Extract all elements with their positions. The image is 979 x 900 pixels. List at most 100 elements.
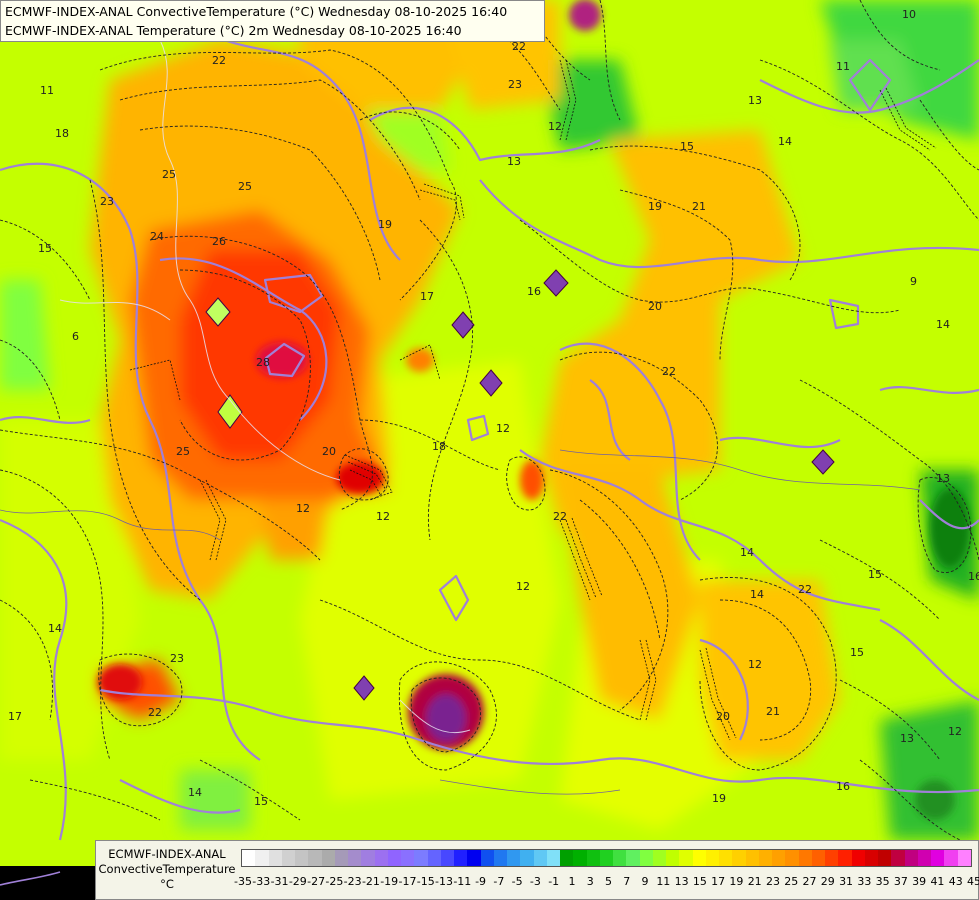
legend-swatch — [613, 850, 627, 866]
contour-label: 12 — [548, 120, 562, 133]
title-line-temperature: ECMWF-INDEX-ANAL Temperature (°C) 2m Wed… — [5, 23, 462, 38]
contour-label: 21 — [766, 705, 780, 718]
legend-tick-label: 35 — [875, 875, 890, 888]
legend-tick-label: 27 — [802, 875, 817, 888]
legend-tick-label: 13 — [674, 875, 689, 888]
legend-swatch — [798, 850, 812, 866]
legend-swatch — [560, 850, 574, 866]
contour-label: 22 — [212, 54, 226, 67]
contour-label: 19 — [712, 792, 726, 805]
legend-tick-label: 25 — [784, 875, 799, 888]
contour-label: 22 — [798, 583, 812, 596]
contour-label: 14 — [936, 318, 950, 331]
color-legend: ECMWF-INDEX-ANAL ConvectiveTemperature °… — [95, 840, 979, 900]
contour-label: 28 — [256, 356, 270, 369]
legend-tick-label: 19 — [729, 875, 744, 888]
legend-swatch — [440, 850, 454, 866]
contour-label: 14 — [188, 786, 202, 799]
legend-swatch — [944, 850, 958, 866]
no-data-corner — [0, 866, 95, 900]
contour-label: 16 — [836, 780, 850, 793]
legend-swatch — [361, 850, 375, 866]
contour-label: 10 — [902, 8, 916, 21]
legend-swatch — [878, 850, 892, 866]
legend-swatch — [268, 850, 282, 866]
legend-unit: °C — [160, 877, 174, 891]
legend-swatch — [599, 850, 613, 866]
contour-label: 19 — [648, 200, 662, 213]
legend-tick-label: 3 — [586, 875, 594, 888]
legend-swatch — [493, 850, 507, 866]
legend-tick-label: -25 — [325, 875, 344, 888]
legend-swatch — [255, 850, 269, 866]
legend-swatch — [348, 850, 362, 866]
contour-label: 17 — [420, 290, 434, 303]
contour-label: 20 — [322, 445, 336, 458]
legend-tick-label: 29 — [820, 875, 835, 888]
legend-color-bar — [241, 849, 972, 867]
legend-swatch — [533, 850, 547, 866]
legend-variable: ConvectiveTemperature — [98, 862, 236, 876]
legend-tick-label: 7 — [623, 875, 631, 888]
legend-tick-label: -21 — [361, 875, 380, 888]
legend-tick-label: -19 — [380, 875, 399, 888]
legend-swatch — [957, 850, 971, 866]
legend-source: ECMWF-INDEX-ANAL — [108, 847, 226, 861]
legend-tick-label: 39 — [912, 875, 927, 888]
contour-label: 14 — [750, 588, 764, 601]
legend-tick-label: -35 — [234, 875, 252, 888]
legend-swatch — [321, 850, 335, 866]
legend-swatch — [242, 850, 256, 866]
legend-swatch — [454, 850, 468, 866]
legend-tick-label: -27 — [307, 875, 326, 888]
contour-label: 15 — [850, 646, 864, 659]
legend-tick-label: -7 — [493, 875, 505, 888]
contour-label: 13 — [936, 472, 950, 485]
legend-swatch — [374, 850, 388, 866]
contour-label: 23 — [170, 652, 184, 665]
legend-label: ECMWF-INDEX-ANAL ConvectiveTemperature °… — [96, 847, 238, 892]
legend-swatch — [891, 850, 905, 866]
legend-tick-label: -3 — [529, 875, 541, 888]
legend-swatch — [666, 850, 680, 866]
legend-swatch — [745, 850, 759, 866]
legend-tick-label: 43 — [948, 875, 963, 888]
legend-swatch — [308, 850, 322, 866]
legend-tick-label: 5 — [605, 875, 612, 888]
map-title-box: ECMWF-INDEX-ANAL ConvectiveTemperature (… — [0, 0, 545, 42]
contour-label: 18 — [55, 127, 69, 140]
contour-label: 15 — [868, 568, 882, 581]
legend-tick-label: 37 — [893, 875, 908, 888]
legend-swatch — [772, 850, 786, 866]
contour-label: 22 — [148, 706, 162, 719]
contour-label: 11 — [836, 60, 850, 73]
legend-swatch — [811, 850, 825, 866]
legend-swatch — [838, 850, 852, 866]
legend-swatch — [785, 850, 799, 866]
contour-label: 26 — [212, 235, 226, 248]
legend-swatch — [586, 850, 600, 866]
legend-tick-label: 1 — [568, 875, 576, 888]
legend-swatch — [719, 850, 733, 866]
legend-swatch — [864, 850, 878, 866]
legend-swatch — [334, 850, 348, 866]
legend-swatch — [705, 850, 719, 866]
legend-swatch — [507, 850, 521, 866]
legend-swatch — [480, 850, 494, 866]
legend-swatch — [467, 850, 481, 866]
legend-swatch — [626, 850, 640, 866]
contour-label: 19 — [378, 218, 392, 231]
contour-label: 13 — [507, 155, 521, 168]
legend-tick-label: 41 — [930, 875, 945, 888]
contour-label: 9 — [910, 275, 917, 288]
legend-tick-label: 9 — [641, 875, 649, 888]
contour-label: 25 — [162, 168, 176, 181]
legend-swatch — [573, 850, 587, 866]
contour-label: 17 — [8, 710, 22, 723]
legend-swatch — [904, 850, 918, 866]
legend-swatch — [401, 850, 415, 866]
contour-label: 25 — [176, 445, 190, 458]
legend-tick-label: 15 — [692, 875, 707, 888]
legend-swatch — [732, 850, 746, 866]
contour-label: 12 — [748, 658, 762, 671]
